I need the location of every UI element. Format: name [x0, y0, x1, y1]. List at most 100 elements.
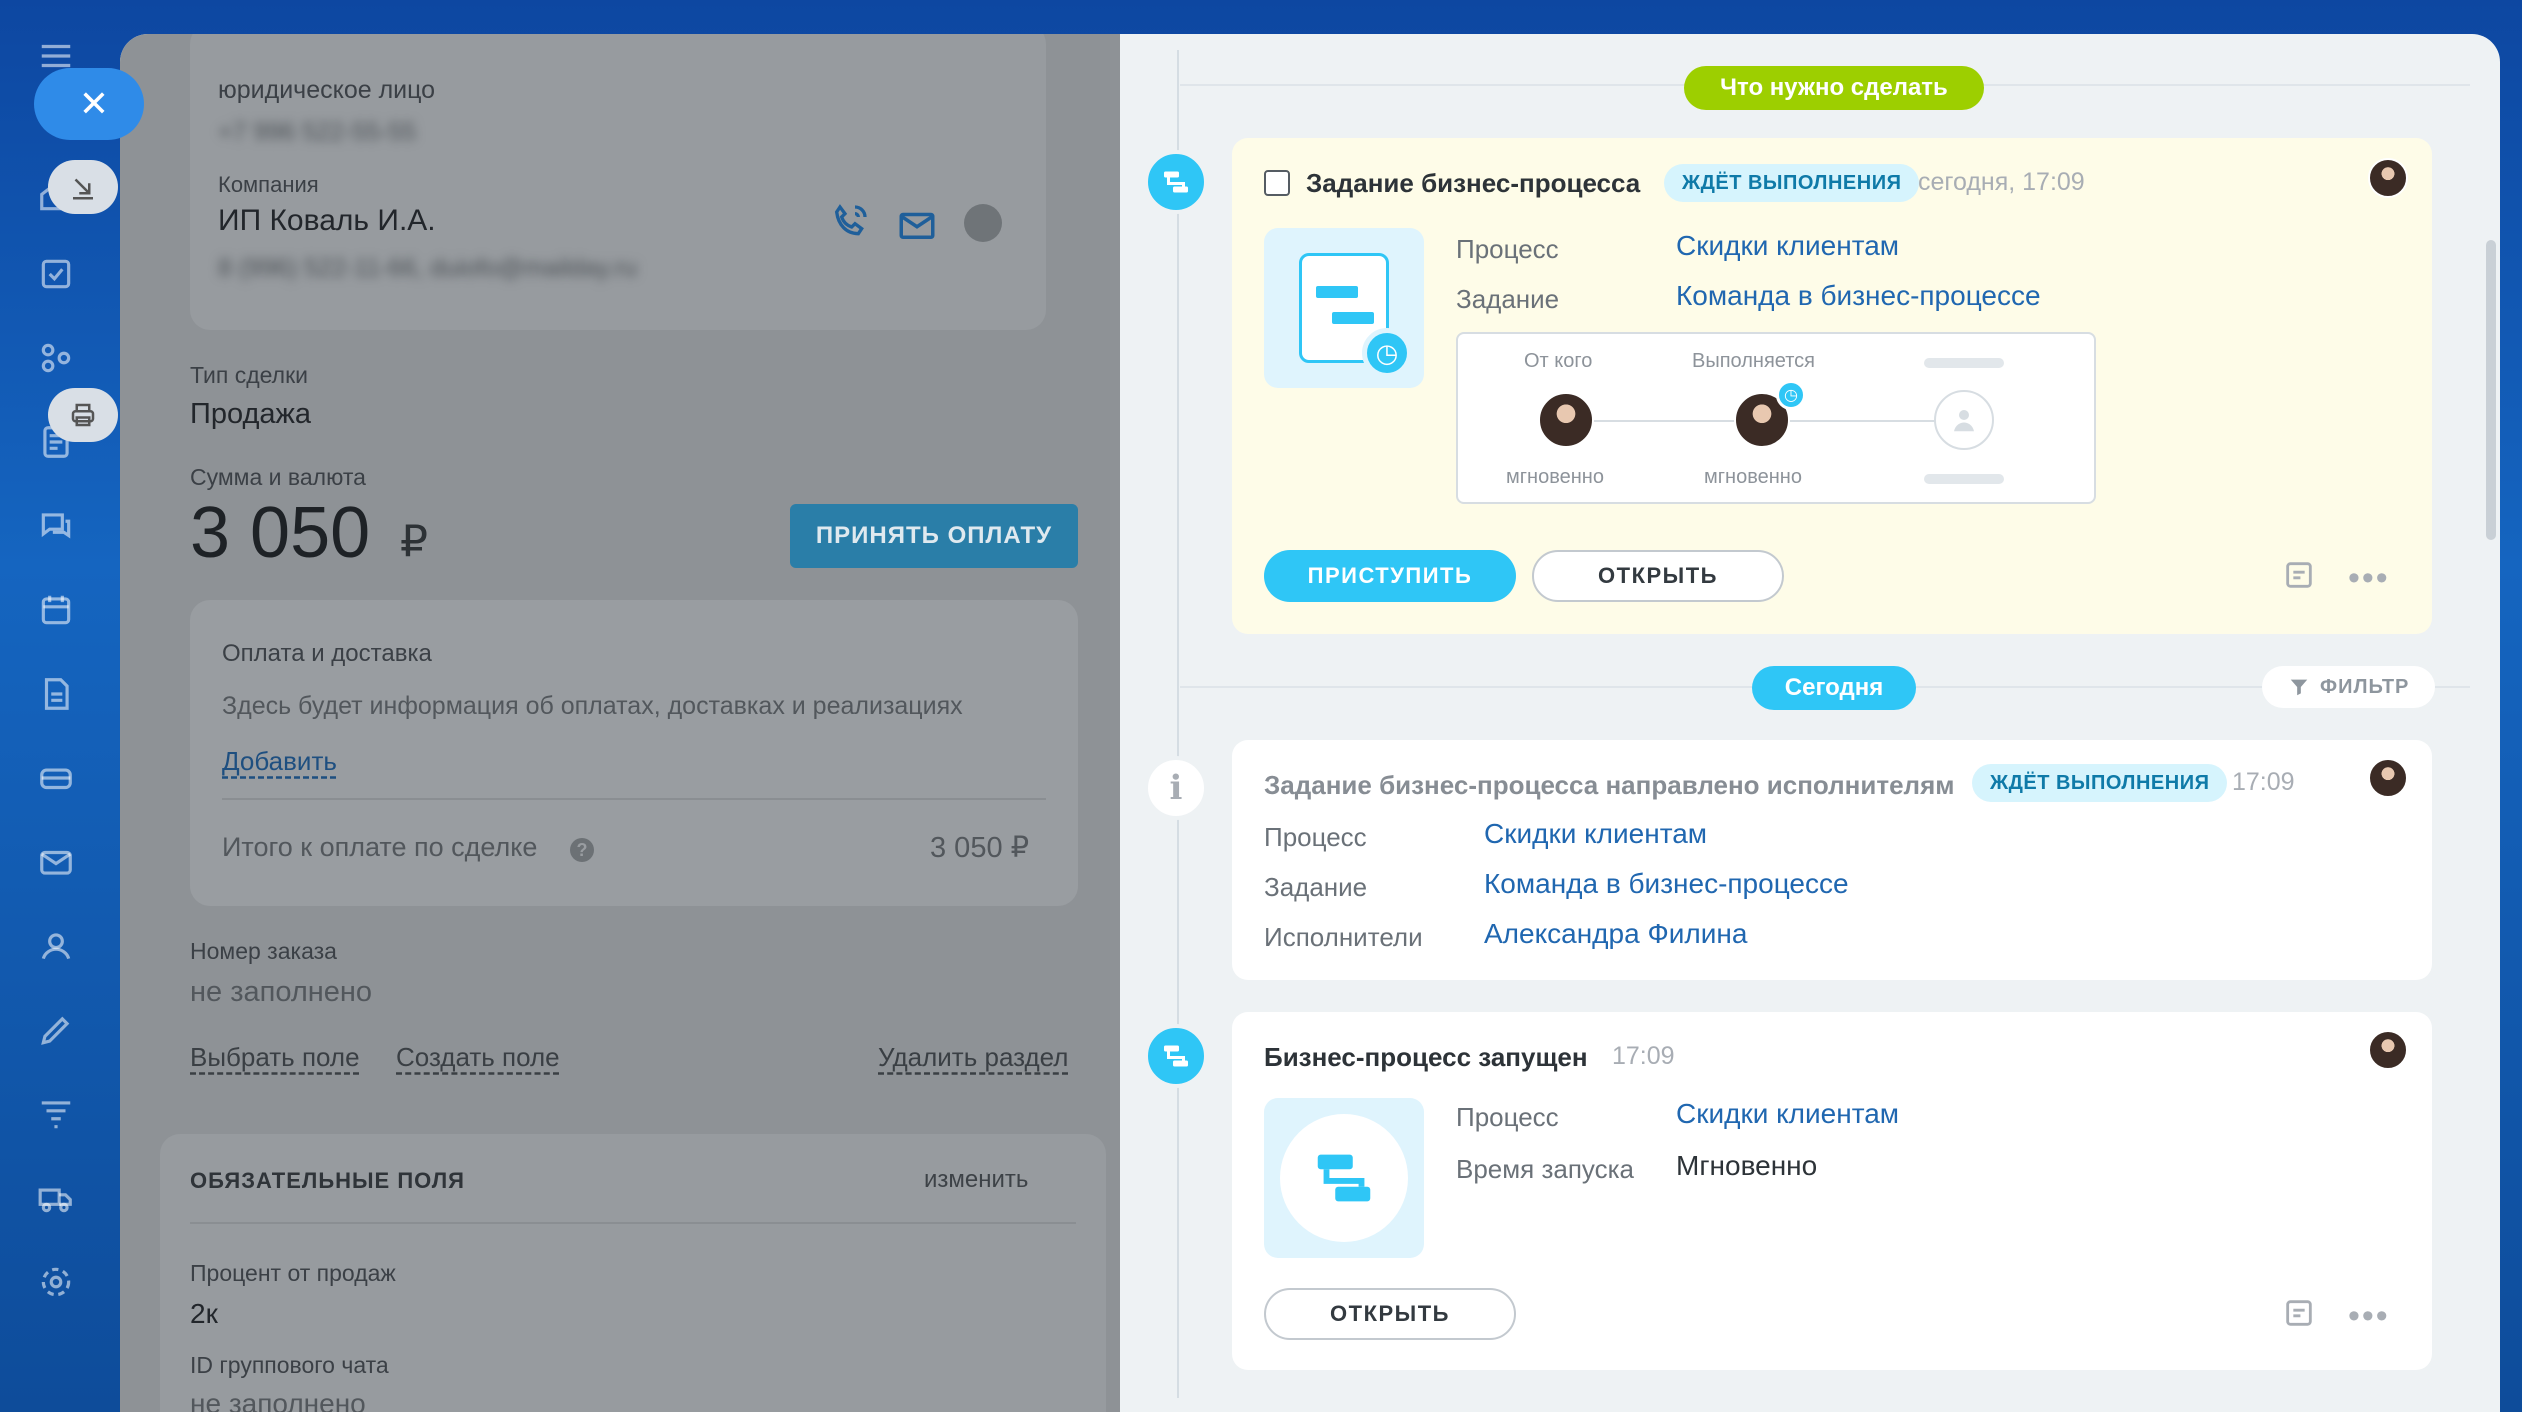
- deal-type-value[interactable]: Продажа: [190, 398, 311, 431]
- employees-icon[interactable]: [30, 920, 82, 972]
- chat-icon[interactable]: [30, 500, 82, 552]
- task-time: сегодня, 17:09: [1918, 168, 2085, 196]
- sales-percent-value[interactable]: 2к: [190, 1298, 218, 1330]
- currency-symbol: ₽: [400, 517, 428, 566]
- company-name[interactable]: ИП Коваль И.А.: [218, 204, 436, 238]
- left-nav-rail: [0, 0, 120, 1412]
- todo-section-tag: Что нужно сделать: [1684, 66, 1984, 110]
- avatar[interactable]: [2368, 158, 2408, 198]
- business-process-icon: [1280, 1114, 1408, 1242]
- required-fields-title: ОБЯЗАТЕЛЬНЫЕ ПОЛЯ: [190, 1168, 465, 1193]
- task-checkbox[interactable]: [1264, 170, 1290, 196]
- process-label: Процесс: [1456, 234, 1559, 264]
- help-icon[interactable]: ?: [570, 838, 594, 862]
- timeline-line: [1177, 50, 1179, 1398]
- sales-percent-label: Процент от продаж: [190, 1260, 396, 1286]
- amount-value[interactable]: 3 050: [190, 492, 370, 574]
- executors-label: Исполнители: [1264, 922, 1423, 952]
- task-title: Задание бизнес-процесса: [1306, 168, 1641, 198]
- phone-icon[interactable]: [830, 202, 870, 242]
- document-icon: ◷: [1299, 253, 1412, 378]
- settings-icon[interactable]: [30, 1256, 82, 1308]
- note-icon[interactable]: [2282, 558, 2316, 592]
- choose-field-link[interactable]: Выбрать поле: [190, 1042, 360, 1073]
- from-label: От кого: [1524, 350, 1593, 372]
- process-label: Процесс: [1456, 1102, 1559, 1132]
- open-process-button[interactable]: ОТКРЫТЬ: [1264, 1288, 1516, 1340]
- disk-icon[interactable]: [30, 668, 82, 720]
- executor-link[interactable]: Александра Филина: [1484, 918, 1747, 950]
- store-icon[interactable]: [30, 752, 82, 804]
- accept-payment-button[interactable]: ПРИНЯТЬ ОПЛАТУ: [790, 504, 1078, 568]
- deal-type-label: Тип сделки: [190, 362, 309, 388]
- task-link[interactable]: Команда в бизнес-процессе: [1676, 280, 2041, 312]
- delivery-icon[interactable]: [30, 1172, 82, 1224]
- from-time: мгновенно: [1506, 466, 1604, 488]
- crm-icon[interactable]: [30, 332, 82, 384]
- user-placeholder-icon: [1934, 390, 1994, 450]
- open-task-button[interactable]: ОТКРЫТЬ: [1532, 550, 1784, 602]
- clock-icon: ◷: [1362, 328, 1412, 378]
- create-field-link[interactable]: Создать поле: [396, 1042, 560, 1073]
- payment-block-text: Здесь будет информация об оплатах, доста…: [222, 692, 963, 720]
- divider: [222, 798, 1046, 800]
- contact-type: юридическое лицо: [218, 76, 436, 104]
- started-time: 17:09: [1612, 1042, 1675, 1070]
- process-link[interactable]: Скидки клиентам: [1676, 1098, 1899, 1130]
- process-link[interactable]: Скидки клиентам: [1676, 230, 1899, 262]
- sent-time: 17:09: [2232, 768, 2295, 796]
- process-thumbnail: [1264, 1098, 1424, 1258]
- info-icon: i: [1144, 756, 1208, 820]
- required-fields-card: ОБЯЗАТЕЛЬНЫЕ ПОЛЯ изменить Процент от пр…: [160, 1134, 1106, 1412]
- message-icon[interactable]: [964, 204, 1002, 242]
- process-link[interactable]: Скидки клиентам: [1484, 818, 1707, 850]
- group-chat-value[interactable]: не заполнено: [190, 1388, 366, 1412]
- filter-icon: [2290, 679, 2308, 696]
- divider: [190, 1222, 1076, 1224]
- print-icon[interactable]: [48, 388, 118, 442]
- from-avatar[interactable]: [1538, 392, 1594, 448]
- scrollbar[interactable]: [2486, 240, 2496, 540]
- sent-title: Задание бизнес-процесса направлено испол…: [1264, 770, 1955, 800]
- change-link[interactable]: изменить: [924, 1166, 1028, 1194]
- avatar[interactable]: [2368, 1030, 2408, 1070]
- add-payment-link[interactable]: Добавить: [222, 746, 337, 777]
- company-details: 8 (996) 522-11-66, duiofo@mailday.ru: [218, 254, 638, 282]
- more-icon[interactable]: •••: [2348, 1299, 2390, 1333]
- task-thumbnail: ◷: [1264, 228, 1424, 388]
- task-link[interactable]: Команда в бизнес-процессе: [1484, 868, 1849, 900]
- order-number-value[interactable]: не заполнено: [190, 976, 372, 1009]
- placeholder-bar: [1924, 474, 2004, 484]
- filter-button[interactable]: ФИЛЬТР: [2262, 666, 2436, 708]
- sales-funnel-icon[interactable]: [30, 1088, 82, 1140]
- note-icon[interactable]: [2282, 1296, 2316, 1330]
- avatar[interactable]: [2368, 758, 2408, 798]
- deal-details-pane: юридическое лицо +7 996 522-55-55 Компан…: [120, 34, 1120, 1412]
- delete-section-link[interactable]: Удалить раздел: [878, 1042, 1068, 1073]
- close-slider-button[interactable]: ✕: [34, 68, 144, 140]
- start-task-button[interactable]: ПРИСТУПИТЬ: [1264, 550, 1516, 602]
- email-icon[interactable]: [896, 204, 938, 242]
- calendar-icon[interactable]: [30, 584, 82, 636]
- tasks-icon[interactable]: [30, 248, 82, 300]
- today-tag: Сегодня: [1752, 666, 1916, 710]
- placeholder-bar: [1924, 358, 2004, 368]
- client-card: юридическое лицо +7 996 522-55-55 Компан…: [190, 34, 1046, 330]
- executing-time: мгновенно: [1704, 466, 1802, 488]
- filter-label: ФИЛЬТР: [2320, 675, 2410, 698]
- sign-icon[interactable]: [30, 1004, 82, 1056]
- order-number-label: Номер заказа: [190, 938, 337, 964]
- company-label: Компания: [218, 172, 319, 197]
- task-label: Задание: [1456, 284, 1560, 314]
- mail-icon[interactable]: [30, 836, 82, 888]
- payment-delivery-block: Оплата и доставка Здесь будет информация…: [190, 600, 1078, 906]
- task-card: Задание бизнес-процесса ЖДЁТ ВЫПОЛНЕНИЯ …: [1232, 138, 2432, 634]
- business-process-icon: [1144, 1024, 1208, 1088]
- timeline-panel: Что нужно сделать Задание бизнес-процесс…: [1140, 50, 2470, 1398]
- group-chat-label: ID группового чата: [190, 1352, 389, 1378]
- total-value: 3 050 ₽: [930, 832, 1030, 864]
- collapse-icon[interactable]: [48, 160, 118, 214]
- executing-label: Выполняется: [1692, 350, 1815, 372]
- task-label: Задание: [1264, 872, 1368, 902]
- more-icon[interactable]: •••: [2348, 561, 2390, 595]
